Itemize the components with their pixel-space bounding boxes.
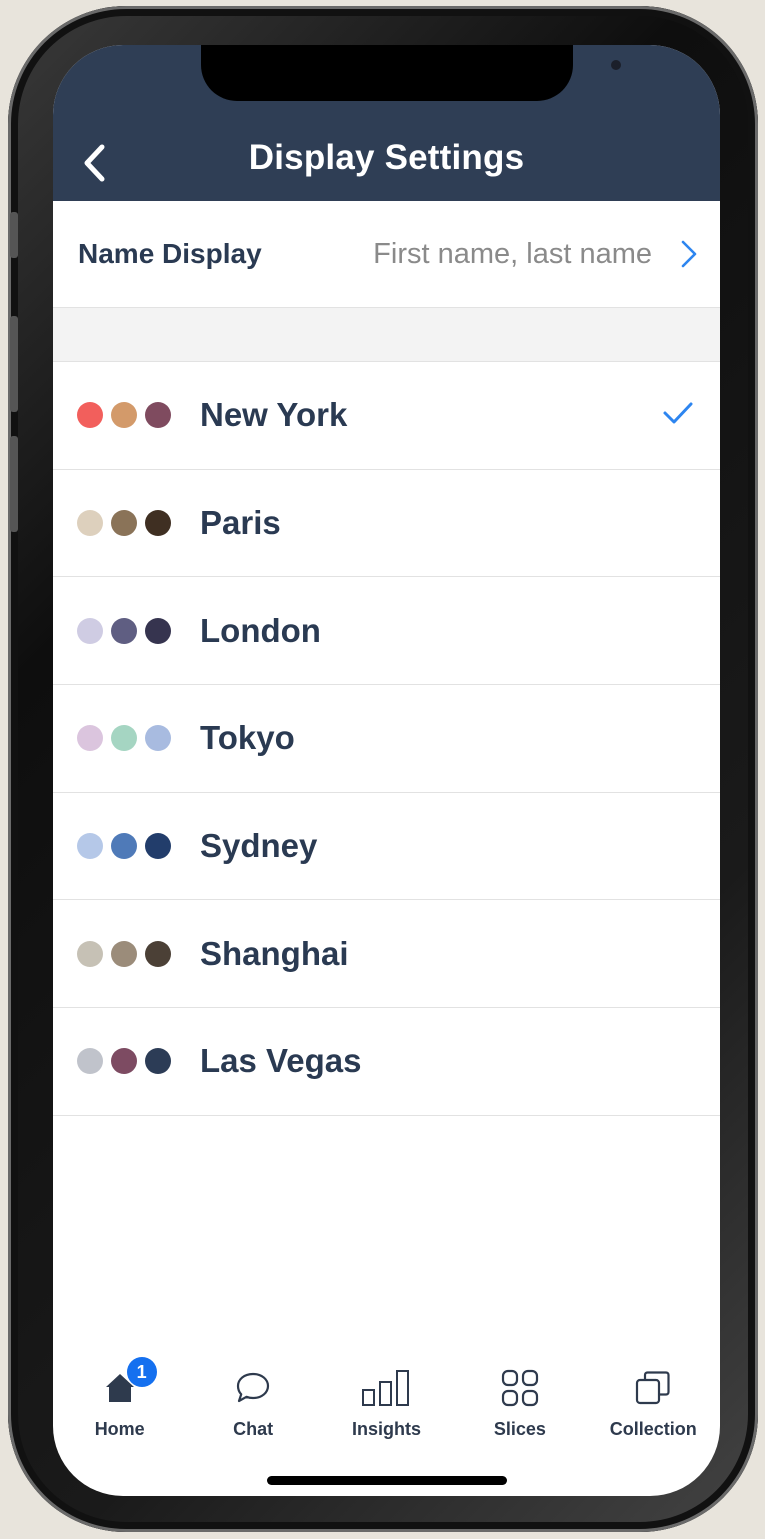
color-dot (145, 402, 171, 429)
section-spacer (53, 308, 720, 362)
name-display-value: First name, last name (373, 237, 652, 270)
grid-icon (501, 1369, 538, 1407)
color-dot (77, 725, 103, 752)
tab-label: Slices (493, 1419, 546, 1439)
theme-row-london[interactable]: London (53, 577, 720, 686)
color-swatches (77, 1048, 179, 1075)
color-swatches (77, 617, 179, 644)
color-dot (77, 1048, 103, 1075)
color-dot (77, 510, 103, 537)
volume-down-button (10, 436, 18, 532)
color-swatches (77, 402, 179, 429)
tab-insights[interactable]: Insights (320, 1355, 453, 1455)
volume-up-button (10, 316, 18, 412)
color-dot (145, 725, 171, 752)
theme-row-new-york[interactable]: New York (53, 362, 720, 470)
tab-slices[interactable]: Slices (453, 1355, 586, 1455)
tab-label: Home (94, 1419, 145, 1439)
notification-badge: 1 (126, 1357, 157, 1387)
theme-row-tokyo[interactable]: Tokyo (53, 685, 720, 793)
name-display-label: Name Display (78, 238, 262, 269)
chat-icon-wrap (234, 1365, 272, 1411)
color-dot (111, 725, 137, 752)
chat-bubble-icon (236, 1372, 270, 1403)
tab-bar: 1 Home Chat Insights Slices Collection (53, 1355, 720, 1455)
slices-icon-wrap (500, 1365, 540, 1411)
copy-stack-icon (636, 1371, 670, 1405)
theme-row-paris[interactable]: Paris (53, 470, 720, 578)
theme-name: London (200, 611, 321, 649)
color-dot (145, 833, 171, 860)
checkmark-icon (663, 402, 693, 424)
bar-chart-icon (362, 1370, 410, 1406)
chevron-right-icon (681, 240, 697, 268)
color-dot (111, 510, 137, 537)
screen: Display Settings Name Display First name… (53, 45, 720, 1496)
theme-list: New York Paris London Tokyo Sydney Shang… (53, 362, 720, 1116)
tab-label: Collection (609, 1419, 697, 1439)
theme-row-sydney[interactable]: Sydney (53, 793, 720, 901)
color-dot (145, 510, 171, 537)
mute-switch (10, 212, 18, 258)
color-dot (77, 402, 103, 429)
theme-row-shanghai[interactable]: Shanghai (53, 900, 720, 1009)
theme-name: Sydney (200, 827, 318, 865)
color-dot (111, 402, 137, 429)
home-icon-wrap: 1 (103, 1357, 157, 1411)
color-dot (111, 940, 137, 967)
header-bar: Display Settings (53, 45, 720, 201)
color-dot (77, 940, 103, 967)
notch (201, 45, 621, 101)
color-dot (111, 833, 137, 860)
theme-name: New York (200, 396, 348, 434)
camera (611, 60, 621, 70)
theme-name: Tokyo (200, 719, 295, 757)
tab-label: Chat (233, 1419, 274, 1439)
page-title: Display Settings (248, 138, 525, 177)
insights-icon-wrap (360, 1365, 412, 1411)
color-dot (77, 833, 103, 860)
theme-name: Las Vegas (200, 1042, 362, 1080)
theme-row-las-vegas[interactable]: Las Vegas (53, 1008, 720, 1116)
color-swatches (77, 725, 179, 752)
name-display-row[interactable]: Name Display First name, last name (53, 201, 720, 308)
color-dot (145, 617, 171, 644)
color-dot (145, 940, 171, 967)
color-swatches (77, 833, 179, 860)
color-dot (111, 1048, 137, 1075)
color-dot (145, 1048, 171, 1075)
tab-home[interactable]: 1 Home (53, 1355, 186, 1455)
home-indicator[interactable] (267, 1476, 507, 1485)
color-dot (111, 617, 137, 644)
color-swatches (77, 510, 179, 537)
tab-label: Insights (351, 1419, 421, 1439)
color-dot (77, 617, 103, 644)
theme-name: Paris (200, 504, 281, 542)
color-swatches (77, 940, 179, 967)
tab-collection[interactable]: Collection (587, 1355, 720, 1455)
tab-chat[interactable]: Chat (186, 1355, 319, 1455)
collection-icon-wrap (633, 1365, 673, 1411)
theme-name: Shanghai (200, 934, 349, 972)
